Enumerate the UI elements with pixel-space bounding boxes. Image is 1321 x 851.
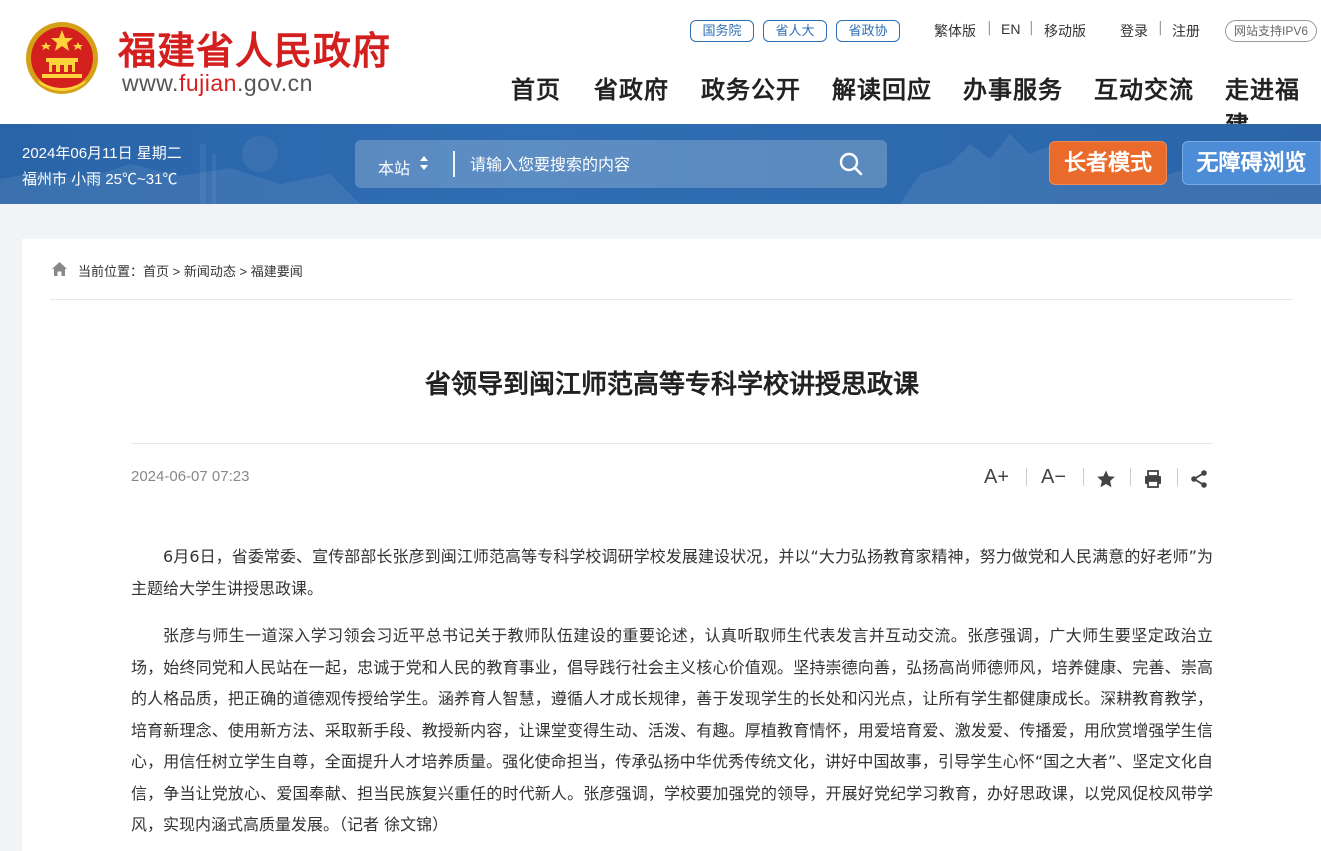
breadcrumb: 当前位置：首页 > 新闻动态 > 福建要闻: [78, 261, 303, 280]
weather-info: 福州市 小雨 25℃~31℃: [22, 171, 178, 188]
site-url-highlight: fujian: [178, 70, 237, 96]
toolbar-separator: [1083, 468, 1084, 486]
share-icon[interactable]: [1189, 469, 1209, 489]
toolbar-separator: [1177, 468, 1178, 486]
breadcrumb-label: 当前位置：: [78, 264, 144, 279]
separator: |: [987, 20, 992, 36]
article-paragraph: 张彦与师生一道深入学习领会习近平总书记关于教师队伍建设的重要论述，认真听取师生代…: [131, 626, 1213, 834]
breadcrumb-item-fujian-news[interactable]: 福建要闻: [251, 264, 303, 279]
ipv6-badge: 网站支持IPV6: [1225, 20, 1317, 42]
current-date: 2024年06月11日 星期二: [22, 145, 182, 162]
print-icon[interactable]: [1143, 469, 1163, 489]
nav-home[interactable]: 首页: [511, 70, 561, 105]
link-english[interactable]: EN: [1001, 21, 1020, 37]
elder-mode-button[interactable]: 长者模式: [1049, 141, 1167, 185]
site-url-suffix: .gov.cn: [236, 70, 313, 96]
font-decrease-button[interactable]: A−: [1041, 466, 1066, 489]
nav-interpretation[interactable]: 解读回应: [832, 70, 932, 105]
site-url-prefix: www.: [122, 70, 179, 96]
chevron-updown-icon[interactable]: [420, 154, 428, 172]
toolbar-separator: [1130, 468, 1131, 486]
search-icon[interactable]: [838, 151, 864, 177]
site-url[interactable]: www.fujian.gov.cn: [122, 70, 313, 97]
breadcrumb-separator: >: [172, 264, 181, 279]
nav-interaction[interactable]: 互动交流: [1094, 70, 1194, 105]
search-divider: [453, 151, 455, 177]
nav-government[interactable]: 省政府: [594, 70, 669, 105]
separator: |: [1158, 20, 1163, 36]
breadcrumb-item-news[interactable]: 新闻动态: [184, 264, 236, 279]
link-traditional-chinese[interactable]: 繁体版: [934, 21, 976, 41]
national-emblem-icon[interactable]: [24, 18, 100, 98]
font-increase-button[interactable]: A+: [984, 466, 1009, 489]
divider: [131, 443, 1213, 444]
search-input[interactable]: [470, 150, 830, 178]
toolbar-separator: [1026, 468, 1027, 486]
nav-services[interactable]: 办事服务: [963, 70, 1063, 105]
link-state-council[interactable]: 国务院: [690, 20, 754, 42]
link-provincial-congress[interactable]: 省人大: [763, 20, 827, 42]
login-link[interactable]: 登录: [1120, 21, 1148, 41]
divider: [50, 299, 1293, 300]
site-name[interactable]: 福建省人民政府: [118, 20, 391, 75]
article-title: 省领导到闽江师范高等专科学校讲授思政课: [424, 370, 919, 400]
accessible-browse-button[interactable]: 无障碍浏览: [1182, 141, 1321, 185]
home-icon[interactable]: [51, 261, 68, 277]
article-paragraph: 6月6日，省委常委、宣传部部长张彦到闽江师范高等专科学校调研学校发展建设状况，并…: [131, 547, 1213, 598]
breadcrumb-separator: >: [239, 264, 248, 279]
publish-date: 2024-06-07 07:23: [131, 468, 250, 485]
nav-gov-affairs[interactable]: 政务公开: [701, 70, 801, 105]
search-scope-select[interactable]: 本站: [378, 155, 410, 179]
breadcrumb-item-home[interactable]: 首页: [143, 264, 169, 279]
link-provincial-cppcc[interactable]: 省政协: [836, 20, 900, 42]
link-mobile[interactable]: 移动版: [1044, 21, 1086, 41]
register-link[interactable]: 注册: [1172, 21, 1200, 41]
separator: |: [1029, 20, 1034, 36]
star-icon[interactable]: [1096, 469, 1116, 489]
